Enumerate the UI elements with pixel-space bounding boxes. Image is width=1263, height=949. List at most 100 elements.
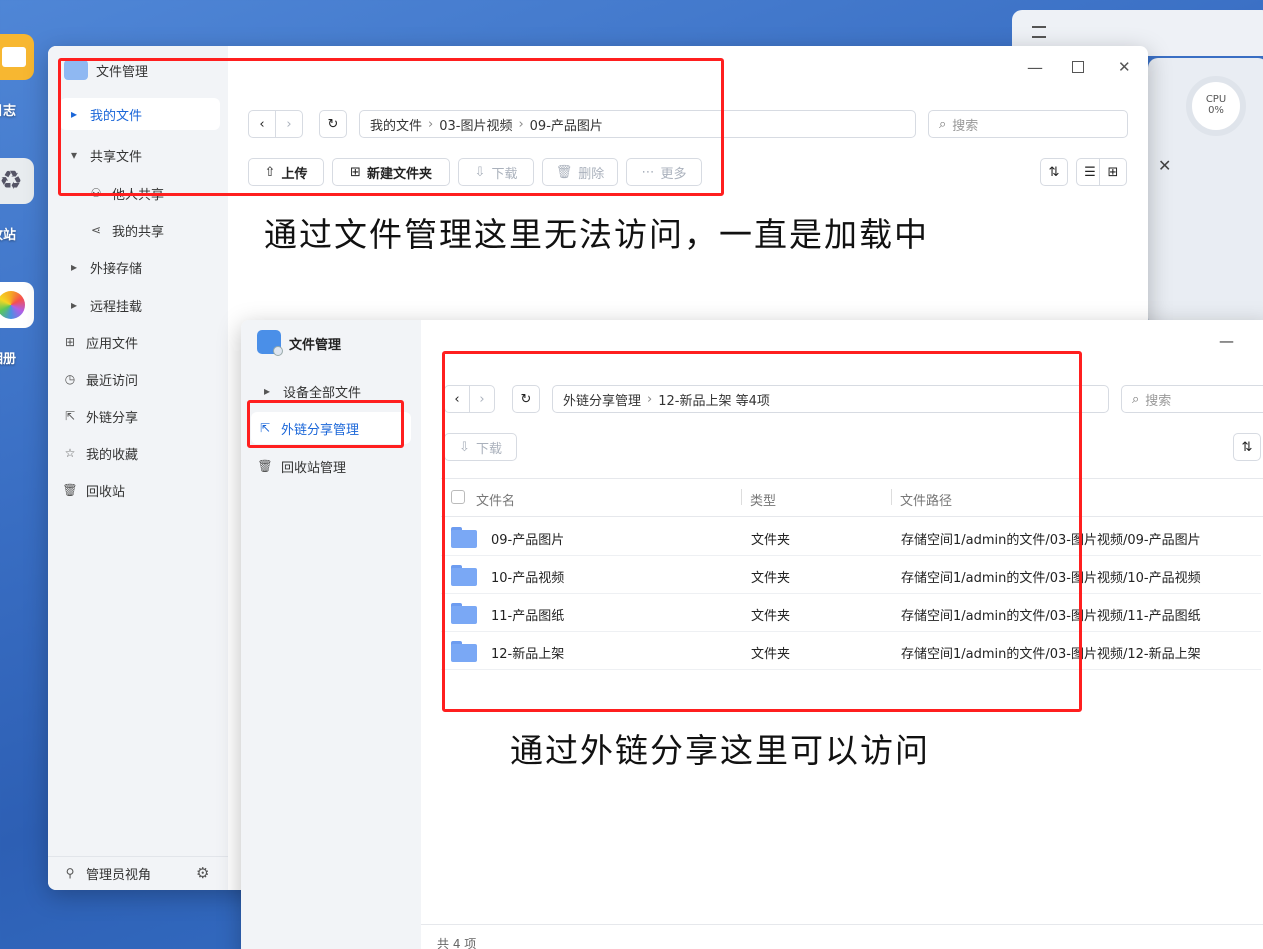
search-input[interactable]: ⌕ 搜索 [928,110,1128,138]
table-row[interactable]: 12-新品上架 文件夹 存储空间1/admin的文件/03-图片视频/12-新品… [441,632,1261,670]
back-window-title: 文件管理 [96,65,149,80]
row-name: 09-产品图片 [491,533,565,548]
annotation-text-bottom: 通过外链分享这里可以访问 [510,731,930,770]
delete-label: 删除 [578,166,605,182]
triangle-right-icon: ▸ [70,260,78,274]
triangle-right-icon: ▸ [263,384,271,398]
sidebar-label: 外接存储 [90,261,143,277]
sidebar-item-recycle-bin[interactable]: 🗑 回收站 [62,474,125,506]
delete-button[interactable]: 🗑 删除 [542,158,618,186]
column-divider [891,489,892,505]
sort-button[interactable]: ⇅ [1040,158,1068,186]
breadcrumb-item[interactable]: 12-新品上架 等4项 [658,390,770,409]
sidebar-label: 我的文件 [90,108,143,124]
sidebar-item-external-share-manage[interactable]: ⇱ 外链分享管理 [251,412,411,444]
photos-app-icon[interactable] [0,282,34,328]
sidebar-item-favorites[interactable]: ☆ 我的收藏 [62,437,138,469]
sidebar-item-external-share[interactable]: ⇱ 外链分享 [62,400,138,432]
download-button[interactable]: ⇩ 下载 [458,158,534,186]
user-icon: ⚲ [65,866,75,880]
front-app-icon [257,330,283,356]
sidebar-item-app-files[interactable]: ⊞ 应用文件 [62,326,138,358]
triangle-right-icon: ▸ [70,298,78,312]
sidebar-item-remote-mount[interactable]: ▸ 远程挂载 [66,289,142,321]
column-header-type[interactable]: 类型 [750,490,776,509]
external-share-icon: ⇱ [259,421,271,435]
forward-nav-button[interactable]: › [469,385,495,413]
upload-label: 上传 [281,166,308,182]
new-folder-icon: ⊞ [350,164,361,180]
sidebar-label: 他人共享 [112,187,165,203]
column-header-path[interactable]: 文件路径 [900,490,952,509]
sidebar-item-all-device-files[interactable]: ▸ 设备全部文件 [259,375,361,407]
download-icon: ⇩ [474,164,486,180]
close-button[interactable]: ✕ [1118,58,1131,76]
sidebar-item-external-storage[interactable]: ▸ 外接存储 [66,251,142,283]
desktop-label-log: 日志 [0,104,17,119]
users-icon: ⚇ [90,186,102,200]
sort-button[interactable]: ⇅ [1233,433,1261,461]
forward-nav-button[interactable]: › [275,110,303,138]
admin-view-toggle[interactable]: ⚲ 管理员视角 [62,857,151,889]
more-icon: ⋯ [641,164,655,180]
front-window-title: 文件管理 [289,338,342,353]
back-nav-button[interactable]: ‹ [248,110,276,138]
breadcrumb-item[interactable]: 外链分享管理 [563,390,641,409]
sidebar-label: 最近访问 [86,373,139,389]
folder-icon [451,565,477,586]
trash-icon: 🗑 [555,164,573,180]
upload-button[interactable]: ⇧ 上传 [248,158,324,186]
breadcrumb-item[interactable]: 03-图片视频 [439,115,512,134]
refresh-button[interactable]: ↻ [512,385,540,413]
more-label: 更多 [660,166,687,182]
new-folder-button[interactable]: ⊞ 新建文件夹 [332,158,450,186]
sidebar-footer-label: 管理员视角 [86,867,152,883]
item-count: 共 4 项 [437,937,477,949]
sidebar-item-others-shared[interactable]: ⚇ 他人共享 [88,177,164,209]
sidebar-item-my-shares[interactable]: ⋖ 我的共享 [88,214,164,246]
table-row[interactable]: 09-产品图片 文件夹 存储空间1/admin的文件/03-图片视频/09-产品… [441,518,1261,556]
sidebar-item-recent[interactable]: ◷ 最近访问 [62,363,138,395]
refresh-button[interactable]: ↻ [319,110,347,138]
download-label: 下载 [491,166,518,182]
front-minimize-button[interactable]: — [1219,332,1234,350]
row-path: 存储空间1/admin的文件/03-图片视频/12-新品上架 [901,647,1201,662]
trash-icon: 🗑 [62,483,78,497]
star-icon: ☆ [64,446,76,460]
search-input[interactable]: ⌕ 搜索 [1121,385,1263,413]
download-label: 下载 [475,441,502,457]
breadcrumb[interactable]: 外链分享管理 › 12-新品上架 等4项 [552,385,1109,413]
breadcrumb-item[interactable]: 09-产品图片 [530,115,603,134]
folder-icon [451,527,477,548]
cpu-label: CPU [1205,94,1227,105]
cpu-gauge: CPU 0% [1186,76,1246,136]
settings-gear-icon[interactable]: ⚙ [196,864,209,882]
select-all-checkbox[interactable] [451,490,465,504]
download-button[interactable]: ⇩ 下载 [444,433,517,461]
sidebar-item-my-files[interactable]: ▸ 我的文件 [60,98,220,130]
maximize-button[interactable] [1072,61,1084,73]
widget-settings-icon[interactable] [1032,26,1046,38]
row-type: 文件夹 [751,533,791,548]
annotation-text-top: 通过文件管理这里无法访问，一直是加载中 [264,215,929,254]
back-nav-button[interactable]: ‹ [444,385,470,413]
sidebar-label: 共享文件 [90,149,143,165]
table-row[interactable]: 10-产品视频 文件夹 存储空间1/admin的文件/03-图片视频/10-产品… [441,556,1261,594]
log-app-icon[interactable] [0,34,34,80]
grid-view-button[interactable]: ⊞ [1099,158,1127,186]
hidden-window-close-icon[interactable]: ✕ [1158,156,1171,175]
breadcrumb[interactable]: 我的文件 › 03-图片视频 › 09-产品图片 [359,110,916,138]
table-row[interactable]: 11-产品图纸 文件夹 存储空间1/admin的文件/03-图片视频/11-产品… [441,594,1261,632]
more-button[interactable]: ⋯ 更多 [626,158,702,186]
upload-icon: ⇧ [264,164,276,180]
minimize-button[interactable]: — [1027,58,1043,77]
recycle-app-icon[interactable]: ♻ [0,158,34,204]
desktop-widget-panel: CPU 0% ✕ [1148,58,1263,328]
sidebar-item-shared-files[interactable]: ▾ 共享文件 [66,139,142,171]
sidebar-item-recycle-manage[interactable]: 🗑 回收站管理 [257,450,346,482]
table-header: 文件名 类型 文件路径 [441,479,1263,517]
desktop-label-photos: 相册 [0,352,17,367]
breadcrumb-item[interactable]: 我的文件 [370,115,422,134]
folder-icon [451,641,477,662]
column-header-name[interactable]: 文件名 [476,490,515,509]
